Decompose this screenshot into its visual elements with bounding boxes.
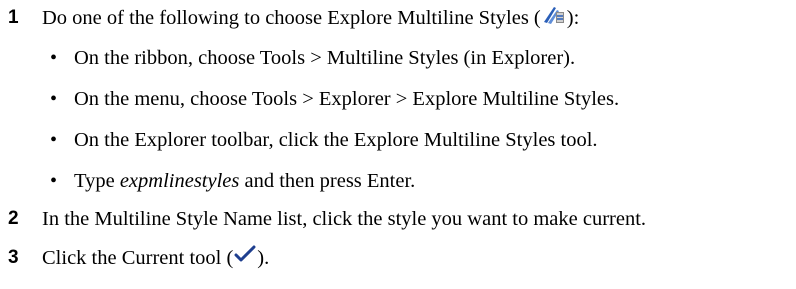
step-number: 2 bbox=[8, 208, 19, 229]
bullet-icon: • bbox=[50, 47, 58, 69]
bullet-icon: • bbox=[50, 170, 58, 192]
command-prefix: Type bbox=[74, 170, 120, 192]
step-text: Do one of the following to choose Explor… bbox=[42, 3, 579, 34]
step-text: In the Multiline Style Name list, click … bbox=[42, 208, 647, 230]
list-item-text: On the menu, choose Tools > Explorer > E… bbox=[74, 88, 620, 110]
step-text-after-icon: ). bbox=[257, 247, 270, 269]
step-number: 1 bbox=[8, 7, 19, 28]
command-name: expmlinestyles bbox=[119, 170, 240, 192]
checkmark-icon bbox=[234, 243, 256, 273]
bullet-icon: • bbox=[50, 129, 58, 151]
step-text-before-icon: Do one of the following to choose Explor… bbox=[42, 7, 541, 29]
command-suffix: and then press Enter. bbox=[239, 170, 416, 192]
step-text: Click the Current tool ( ). bbox=[42, 243, 269, 273]
multiline-styles-icon bbox=[542, 3, 566, 34]
list-item-text: On the Explorer toolbar, click the Explo… bbox=[74, 129, 598, 151]
instructions-document: 1 Do one of the following to choose Expl… bbox=[0, 0, 796, 289]
list-item-text: Type expmlinestyles and then press Enter… bbox=[74, 166, 415, 196]
step-text-before-icon: Click the Current tool ( bbox=[42, 247, 234, 269]
step-number: 3 bbox=[8, 247, 19, 268]
bullet-icon: • bbox=[50, 88, 58, 110]
step-text-after-icon: ): bbox=[566, 7, 580, 29]
list-item-text: On the ribbon, choose Tools > Multiline … bbox=[74, 47, 576, 69]
